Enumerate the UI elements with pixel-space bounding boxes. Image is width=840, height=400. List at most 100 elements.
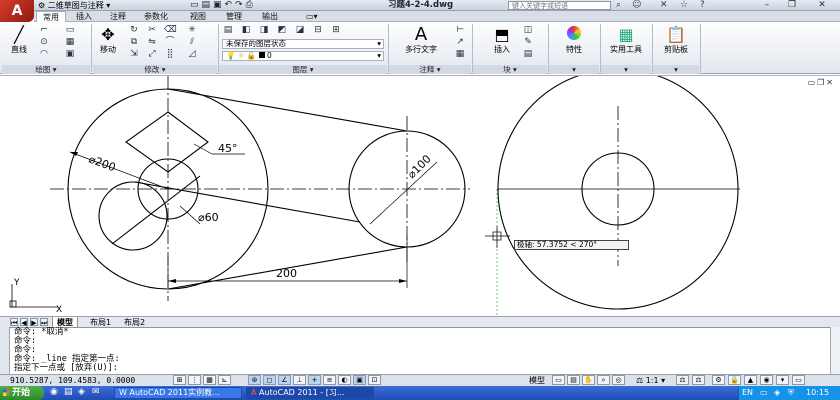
rotate-icon[interactable]: ↻ <box>128 25 140 36</box>
close-icon[interactable]: ✕ <box>826 78 835 87</box>
close-icon[interactable]: ✕ <box>815 0 829 10</box>
prev-tab-icon[interactable]: ◀ <box>20 318 28 327</box>
clean-screen-icon[interactable]: ▭ <box>792 375 805 385</box>
tab-view[interactable]: 视图 <box>184 11 212 22</box>
polar-tracking-icon[interactable]: ⊛ <box>248 375 261 385</box>
next-tab-icon[interactable]: ▶ <box>30 318 38 327</box>
language-icon[interactable]: EN <box>742 386 753 400</box>
dynamic-ucs-icon[interactable]: ⊥ <box>293 375 306 385</box>
redo-icon[interactable]: ↷ <box>235 0 246 10</box>
explode-icon[interactable]: ✳ <box>186 25 198 36</box>
layer-properties-icon[interactable]: ▤ <box>222 25 234 36</box>
hatch-icon[interactable]: ▦ <box>64 37 76 48</box>
tab-insert[interactable]: 插入 <box>70 11 98 22</box>
table-icon[interactable]: ▦ <box>454 49 466 60</box>
new-icon[interactable]: ▭ <box>190 0 202 10</box>
star-icon[interactable]: ☆ <box>680 0 688 11</box>
quick-launch-icon[interactable]: ✉ <box>92 387 100 397</box>
create-block-icon[interactable]: ◫ <box>522 25 534 36</box>
tab-output[interactable]: 输出 <box>256 11 284 22</box>
utilities-panel-label[interactable]: ▾ <box>601 65 651 74</box>
volume-icon[interactable]: ◈ <box>774 386 780 400</box>
polyline-icon[interactable]: ⌐ <box>38 25 50 36</box>
security-icon[interactable]: ⛨ <box>788 386 794 400</box>
model-space-toggle[interactable]: 模型 <box>529 375 545 386</box>
attribute-icon[interactable]: ▤ <box>522 49 534 60</box>
status-tray-icon[interactable]: ▾ <box>776 375 789 385</box>
last-tab-icon[interactable]: ⏭ <box>40 318 48 327</box>
minimize-icon[interactable]: – <box>760 0 774 10</box>
workspace-switching-icon[interactable]: ⚙ <box>712 375 725 385</box>
tab-more-icon[interactable]: ▭▾ <box>300 11 324 22</box>
selection-cycling-icon[interactable]: ⊡ <box>368 375 381 385</box>
command-window[interactable] <box>0 327 840 374</box>
steering-wheel-icon[interactable]: ◎ <box>612 375 625 385</box>
layer-icon[interactable]: ◧ <box>240 25 252 36</box>
command-scrollbar[interactable] <box>830 327 840 374</box>
insert-block-button[interactable]: ⬒ 插入 <box>486 26 518 55</box>
snap-mode-icon[interactable]: ⋮ <box>188 375 201 385</box>
quick-launch-icon[interactable]: ◈ <box>78 387 85 397</box>
annotation-visibility-icon[interactable]: ⚖ <box>676 375 689 385</box>
isolate-objects-icon[interactable]: ◉ <box>760 375 773 385</box>
tab-manage[interactable]: 管理 <box>220 11 248 22</box>
erase-icon[interactable]: ⌫ <box>164 25 177 36</box>
tab-parametric[interactable]: 参数化 <box>138 11 174 22</box>
fillet-icon[interactable]: ⌒ <box>164 37 176 48</box>
clipboard-panel-label[interactable]: ▾ <box>653 65 699 74</box>
quick-view-layouts-icon[interactable]: ▭ <box>552 375 565 385</box>
layers-panel-label[interactable]: 图层 ▾ <box>219 65 387 74</box>
layer-icon[interactable]: ◩ <box>276 25 288 36</box>
ortho-icon[interactable]: ⊾ <box>218 375 231 385</box>
move-button[interactable]: ✥ 移动 <box>94 26 122 55</box>
copy-icon[interactable]: ⧉ <box>128 37 140 48</box>
trim-icon[interactable]: ✂ <box>146 25 158 36</box>
print-icon[interactable]: ⎙ <box>246 0 256 10</box>
quick-launch-icon[interactable]: ▤ <box>64 387 73 397</box>
region-icon[interactable]: ▣ <box>64 49 76 60</box>
draw-panel-label[interactable]: 绘图 ▾ <box>2 65 90 74</box>
restore-icon[interactable]: ❐ <box>817 78 826 87</box>
command-window-handle[interactable] <box>0 327 10 374</box>
open-icon[interactable]: ▤ <box>202 0 214 10</box>
start-button[interactable]: 开始 <box>0 386 44 400</box>
restore-icon[interactable]: ❐ <box>785 0 799 10</box>
clipboard-button[interactable]: 📋 剪贴板 <box>656 26 696 55</box>
binoculars-icon[interactable]: ⌕ <box>616 0 621 11</box>
layer-icon[interactable]: ◨ <box>258 25 270 36</box>
auto-scale-icon[interactable]: ⚖ <box>692 375 705 385</box>
object-snap-icon[interactable]: ◻ <box>263 375 276 385</box>
tab-annotate[interactable]: 注释 <box>104 11 132 22</box>
first-tab-icon[interactable]: ⏮ <box>10 318 18 327</box>
application-menu-button[interactable]: A <box>0 0 34 22</box>
modify-panel-label[interactable]: 修改 ▾ <box>93 65 217 74</box>
command-prompt[interactable]: 指定下一点或 [放弃(U)]: <box>14 364 118 373</box>
scale-icon[interactable]: ⤢ <box>146 49 158 60</box>
search-input[interactable]: 键入关键字或短语 <box>508 1 611 10</box>
layer-icon[interactable]: ⊞ <box>330 25 342 36</box>
quick-launch-icon[interactable]: ◉ <box>50 387 58 397</box>
network-icon[interactable]: ▭ <box>760 386 768 400</box>
infer-constraints-icon[interactable]: ⊞ <box>173 375 186 385</box>
tab-home[interactable]: 常用 <box>36 11 66 22</box>
properties-panel-label[interactable]: ▾ <box>549 65 599 74</box>
leader-icon[interactable]: ↗ <box>454 37 466 48</box>
stretch-icon[interactable]: ⇲ <box>128 49 140 60</box>
hardware-acceleration-icon[interactable]: ▲ <box>744 375 757 385</box>
mirror-icon[interactable]: ⇋ <box>146 37 158 48</box>
user-icon[interactable]: ☺ <box>632 0 641 11</box>
layer-icon[interactable]: ◪ <box>294 25 306 36</box>
annotation-panel-label[interactable]: 注释 ▾ <box>389 65 471 74</box>
properties-button[interactable]: 特性 <box>556 26 592 55</box>
dimension-icon[interactable]: ⊢ <box>454 25 466 36</box>
workspace-switcher[interactable]: ⚙ 二维草图与注释 ▾ <box>38 0 110 11</box>
zoom-icon[interactable]: ⌕ <box>597 375 610 385</box>
offset-icon[interactable]: ⫽ <box>186 37 198 48</box>
layer-icon[interactable]: ⊟ <box>312 25 324 36</box>
coordinate-readout[interactable]: 910.5287, 109.4583, 0.0000 <box>10 375 135 386</box>
lock-icon[interactable]: 🔒 <box>728 375 741 385</box>
dynamic-input-icon[interactable]: + <box>308 375 321 385</box>
snap-tracking-icon[interactable]: ∠ <box>278 375 291 385</box>
circle-icon[interactable]: ⊙ <box>38 37 50 48</box>
help-icon[interactable]: ? <box>700 0 705 11</box>
